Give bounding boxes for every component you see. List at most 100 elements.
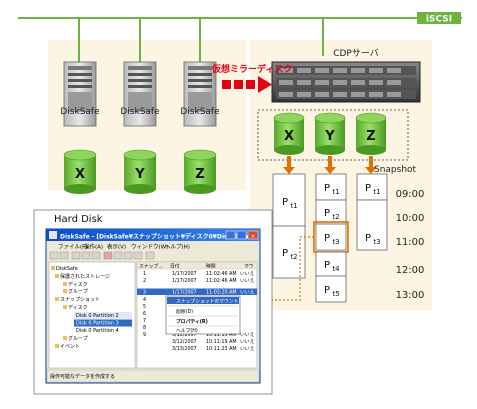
- tree-snapshot-disk[interactable]: ディスク: [68, 304, 88, 311]
- tree-snapshot[interactable]: スナップショット: [60, 297, 100, 303]
- context-delete[interactable]: 削除(D): [176, 308, 193, 315]
- svg-text:1/17/2007: 1/17/2007: [172, 271, 197, 277]
- table-row[interactable]: 1: [143, 271, 146, 277]
- header-date[interactable]: 日付: [170, 263, 180, 270]
- svg-text:t1: t1: [332, 188, 339, 196]
- diagram-canvas: iSCSI DiskSafe DiskSafe DiskSafe X Y Z C…: [18, 12, 462, 395]
- snapshot-z-1: P t1: [356, 173, 388, 201]
- header-mount[interactable]: マウ: [244, 263, 254, 270]
- svg-text:t2: t2: [332, 213, 339, 221]
- tree-partition-2[interactable]: Disk 0 Partition 2: [76, 313, 119, 319]
- time-1300: 13:00: [396, 290, 425, 301]
- disksafe-window: DiskSafe - [DiskSafe¥スナップショット¥ディスク0¥Disk…: [45, 228, 261, 384]
- svg-text:X: X: [75, 167, 85, 182]
- svg-text:Y: Y: [324, 129, 335, 144]
- up-icon[interactable]: [71, 251, 81, 260]
- svg-text:いいえ: いいえ: [240, 346, 255, 352]
- svg-text:11:02:46 AM: 11:02:46 AM: [206, 278, 237, 284]
- tree-disksafe[interactable]: DiskSafe: [56, 266, 78, 272]
- header-snapshot[interactable]: スナップ...: [139, 264, 163, 270]
- context-menu: スナップショットのマウント 削除(D) プロパティ(R) ヘルプ(H): [165, 295, 241, 335]
- svg-text:t3: t3: [373, 238, 380, 246]
- header-time[interactable]: 時間: [206, 264, 216, 270]
- svg-text:t3: t3: [332, 238, 339, 246]
- iscsi-label: iSCSI: [417, 12, 461, 25]
- table-row[interactable]: 6: [143, 311, 146, 317]
- menu-window[interactable]: ウィンドウ(W): [131, 243, 168, 251]
- svg-text:いいえ: いいえ: [240, 332, 255, 338]
- back-icon[interactable]: [49, 251, 59, 260]
- disk-y-host: Y: [123, 149, 157, 194]
- forward-icon[interactable]: [59, 251, 69, 260]
- time-1000: 10:00: [396, 213, 425, 224]
- tree-snapshot-group[interactable]: グループ: [68, 335, 88, 342]
- svg-text:P: P: [324, 183, 330, 194]
- svg-text:11:03:20 AM: 11:03:20 AM: [206, 290, 237, 296]
- snapshot-x-1: P t1: [272, 173, 306, 227]
- cdp-disk-z: Z: [355, 112, 387, 155]
- svg-text:t1: t1: [290, 202, 297, 210]
- svg-text:iSCSI: iSCSI: [426, 15, 452, 25]
- snapshot-y-4: P t4: [315, 251, 347, 277]
- svg-text:Z: Z: [195, 167, 204, 182]
- tree-disk[interactable]: ディスク: [68, 281, 88, 288]
- time-1200: 12:00: [396, 265, 425, 276]
- svg-text:t1: t1: [373, 188, 380, 196]
- context-properties[interactable]: プロパティ(R): [176, 318, 208, 325]
- table-row[interactable]: 3/12/2007: [172, 339, 197, 345]
- snapshot-y-3: P t3: [313, 221, 349, 253]
- context-help[interactable]: ヘルプ(H): [176, 328, 198, 334]
- help-icon[interactable]: [145, 251, 155, 260]
- snapshot-z-2: P t3: [356, 199, 388, 251]
- disk-z-host: Z: [183, 149, 217, 194]
- tree-protected-storage[interactable]: 保護されたストレージ: [60, 273, 110, 280]
- properties-icon[interactable]: [113, 251, 123, 260]
- folder-icon[interactable]: [81, 251, 91, 260]
- tree-events[interactable]: イベント: [60, 344, 80, 350]
- svg-text:t2: t2: [290, 253, 297, 261]
- export-icon[interactable]: [133, 251, 143, 260]
- context-mount-snapshot[interactable]: スナップショットのマウント: [176, 298, 239, 305]
- svg-text:P: P: [365, 233, 371, 244]
- status-text: 操作可能なデータを作成する: [50, 373, 115, 380]
- table-row-selected[interactable]: 3: [143, 290, 146, 296]
- table-row[interactable]: 3/13/2007: [172, 346, 197, 352]
- svg-text:いいえ: いいえ: [240, 278, 255, 284]
- svg-text:P: P: [365, 183, 371, 194]
- svg-text:t5: t5: [332, 290, 339, 298]
- maximize-button[interactable]: [236, 230, 247, 240]
- tree-group[interactable]: グループ: [68, 288, 88, 295]
- list-icon[interactable]: [91, 251, 101, 260]
- server-3-label: DiskSafe: [180, 107, 220, 117]
- menu-help[interactable]: ヘルプ(H): [165, 244, 190, 251]
- svg-text:P: P: [324, 260, 330, 271]
- table-row[interactable]: 2: [143, 278, 146, 284]
- table-row[interactable]: 8: [143, 325, 146, 331]
- svg-text:11:02:46 AM: 11:02:46 AM: [206, 271, 237, 277]
- refresh-icon[interactable]: [123, 251, 133, 260]
- table-row[interactable]: 4: [143, 297, 146, 303]
- time-0900: 09:00: [396, 189, 425, 200]
- table-row[interactable]: 7: [143, 318, 146, 324]
- svg-text:P: P: [324, 208, 330, 219]
- svg-text:Z: Z: [366, 129, 375, 144]
- table-row[interactable]: 5: [143, 304, 146, 310]
- tree-partition-3[interactable]: Disk 0 Partition 3: [76, 321, 119, 327]
- server-1-label: DiskSafe: [60, 107, 100, 117]
- snapshot-y-5: P t5: [315, 275, 347, 303]
- svg-text:P: P: [324, 233, 330, 244]
- svg-text:Y: Y: [134, 167, 145, 182]
- menu-view[interactable]: 表示(V): [107, 243, 126, 251]
- tree-partition-4[interactable]: Disk 0 Partition 4: [76, 328, 119, 334]
- delete-icon[interactable]: [103, 251, 113, 260]
- svg-text:1/17/2007: 1/17/2007: [172, 278, 197, 284]
- menu-action[interactable]: 操作(A): [84, 243, 103, 251]
- hard-disk-label: Hard Disk: [54, 214, 103, 225]
- app-icon: [49, 231, 57, 239]
- mirror-disk-label: 仮想ミラーディスク: [211, 63, 292, 75]
- snapshot-y-2: P t2: [315, 199, 347, 225]
- table-row[interactable]: 9: [143, 332, 146, 338]
- minimize-button[interactable]: [225, 230, 236, 240]
- close-icon: ×: [250, 233, 255, 240]
- svg-text:t4: t4: [332, 265, 340, 273]
